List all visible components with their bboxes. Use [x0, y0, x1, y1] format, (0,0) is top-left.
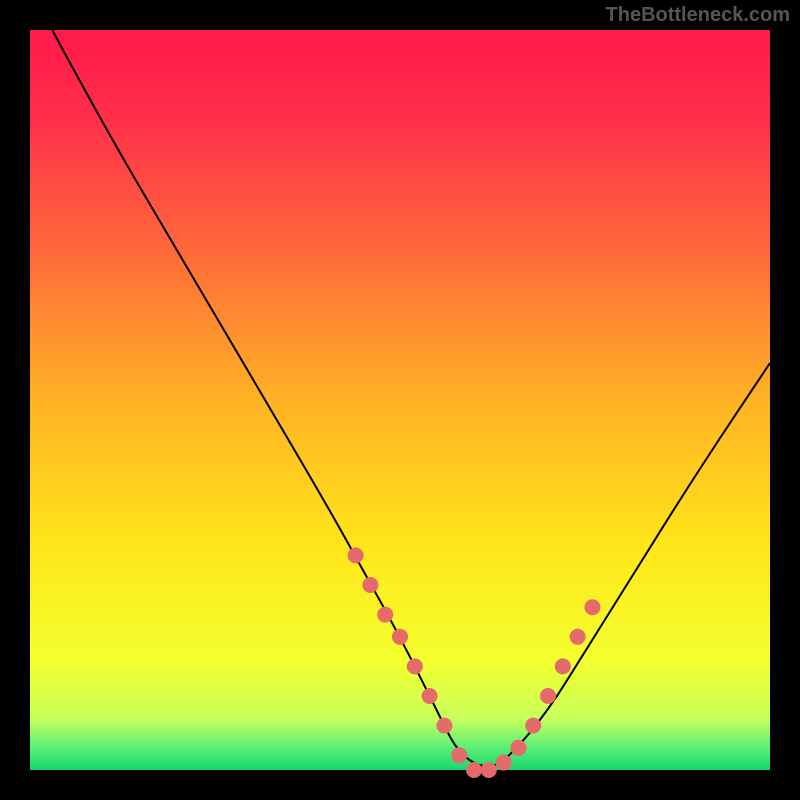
- bottleneck-chart: [0, 0, 800, 800]
- plot-background: [30, 30, 770, 770]
- marker-dot: [436, 718, 452, 734]
- marker-dot: [466, 762, 482, 778]
- marker-dot: [377, 607, 393, 623]
- chart-container: TheBottleneck.com: [0, 0, 800, 800]
- marker-dot: [392, 629, 408, 645]
- marker-dot: [348, 547, 364, 563]
- marker-dot: [510, 740, 526, 756]
- attribution-label: TheBottleneck.com: [606, 4, 790, 27]
- marker-dot: [362, 577, 378, 593]
- marker-dot: [496, 755, 512, 771]
- marker-dot: [584, 599, 600, 615]
- marker-dot: [481, 762, 497, 778]
- marker-dot: [570, 629, 586, 645]
- marker-dot: [525, 718, 541, 734]
- marker-dot: [422, 688, 438, 704]
- marker-dot: [555, 658, 571, 674]
- marker-dot: [540, 688, 556, 704]
- marker-dot: [407, 658, 423, 674]
- marker-dot: [451, 747, 467, 763]
